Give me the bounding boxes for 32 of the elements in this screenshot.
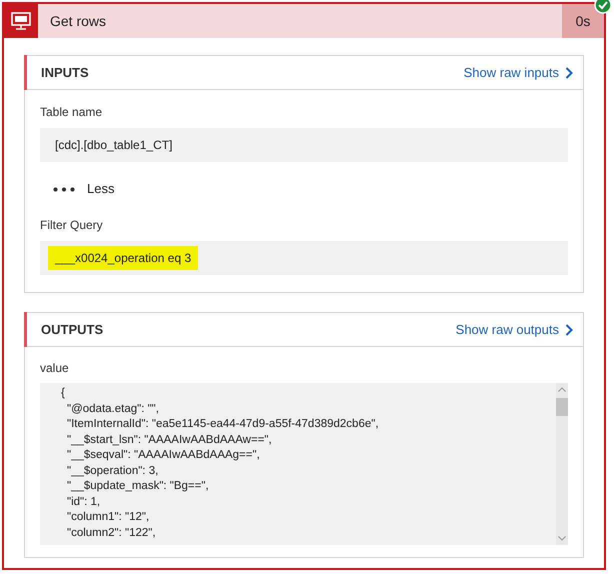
show-raw-link[interactable]: Show raw inputs — [464, 62, 573, 82]
show-raw-link[interactable]: Show raw outputs — [456, 320, 573, 340]
scrollbar[interactable] — [556, 383, 568, 545]
code-line: { — [61, 386, 66, 401]
sql-monitor-icon — [11, 12, 31, 30]
ellipsis-icon — [53, 186, 75, 192]
code-line: "column1": "12", — [66, 510, 150, 525]
code-line: "@odata.etag": "", — [66, 402, 160, 416]
scroll-down-icon[interactable] — [558, 536, 566, 541]
field-label: Table name — [40, 104, 104, 121]
duration-label: 0s — [562, 4, 604, 38]
input-field[interactable]: [cdc].[dbo_table1_CT] — [40, 128, 568, 162]
chevron-right-icon — [565, 324, 573, 336]
field-value: ___x0024_operation eq 3 — [48, 246, 198, 270]
code-line: "id": 1, — [66, 494, 102, 510]
field-value: [cdc].[dbo_table1_CT] — [54, 137, 174, 154]
chevron-right-icon — [565, 66, 573, 78]
input-field[interactable]: ___x0024_operation eq 3 — [40, 241, 568, 275]
code-line: "__$update_mask": "Bg==", — [66, 479, 210, 494]
code-line: "column2": "122", — [66, 526, 157, 540]
section-heading: OUTPUTS — [41, 320, 104, 339]
scroll-up-icon[interactable] — [558, 387, 566, 392]
scroll-thumb[interactable] — [556, 398, 568, 416]
code-line: "ItemInternalId": "ea5e1145-ea44-47d9-a55f-47d389d2cb6e", — [66, 417, 380, 432]
action-title: Get rows — [50, 12, 106, 30]
less-toggle[interactable]: Less — [40, 162, 114, 216]
field-label: value — [40, 360, 70, 377]
section-heading: INPUTS — [41, 64, 89, 82]
code-line: "__$operation": 3, — [66, 464, 160, 478]
code-line: "__$start_lsn": "AAAAIwAABdAAAw==", — [66, 432, 273, 448]
field-label: Filter Query — [40, 217, 104, 234]
code-line: "__$seqval": "AAAAIwAABdAAAg==", — [66, 448, 261, 463]
